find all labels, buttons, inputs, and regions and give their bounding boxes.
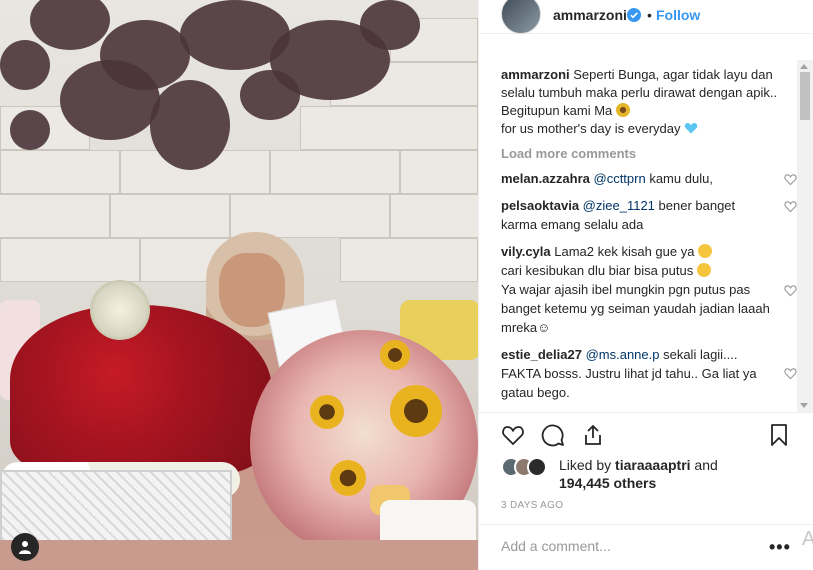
caption-line3: for us mother's day is everyday: [501, 121, 681, 136]
scroll-thumb[interactable]: [800, 72, 810, 120]
sunflower: [310, 395, 344, 429]
comments-list[interactable]: ammarzoni Seperti Bunga, agar tidak layu…: [479, 60, 813, 412]
separator-dot: •: [647, 7, 652, 23]
add-comment-input[interactable]: Add a comment...: [501, 538, 611, 554]
comment-text-line3: Ya wajar ajasih ibel mungkin pgn putus p…: [501, 282, 770, 335]
wall-leaf-decor: [150, 80, 230, 170]
post-photo[interactable]: [0, 0, 478, 570]
comment-item: pelsaoktavia @ziee_1121 bener banget kar…: [501, 196, 797, 234]
likes-summary: Liked by tiaraaaaptri and 194,445 others: [501, 454, 801, 494]
like-heart-icon[interactable]: [501, 423, 525, 447]
sunflower: [390, 385, 442, 437]
bookmark-save-icon[interactable]: [767, 423, 791, 447]
comment-username[interactable]: melan.azzahra: [501, 171, 590, 186]
wall-brick: [110, 194, 230, 238]
comment-text: kamu dulu,: [645, 171, 713, 186]
wall-brick: [390, 194, 478, 238]
laughing-emoji-icon: [698, 244, 713, 258]
load-more-comments[interactable]: Load more comments: [501, 146, 813, 161]
wall-leaf-decor: [240, 70, 300, 120]
comment-mention[interactable]: @ziee_1121: [583, 198, 655, 213]
share-upload-icon[interactable]: [581, 423, 605, 447]
post-side-panel: ammarzoni • Follow ammarzoni Seperti Bun…: [478, 0, 813, 570]
wall-brick: [0, 150, 120, 194]
sunflower: [330, 460, 366, 496]
baby-breath: [90, 280, 150, 340]
comment-username[interactable]: pelsaoktavia: [501, 198, 579, 213]
wall-brick: [0, 238, 140, 282]
comments-scrollbar[interactable]: [797, 60, 813, 412]
comment-text-line2: FAKTA bosss. Justru lihat jd tahu.. Ga l…: [501, 366, 757, 400]
comment-text-line2: cari kesibukan dlu biar bisa putus: [501, 263, 694, 278]
scroll-up-arrow-icon[interactable]: [800, 64, 808, 69]
comment-bubble-icon[interactable]: [541, 423, 565, 447]
post-header: ammarzoni • Follow: [479, 0, 813, 34]
comment-text: sekali lagii....: [659, 347, 738, 362]
comment-username[interactable]: estie_delia27: [501, 347, 582, 362]
person-icon: [19, 541, 31, 554]
comment-mention[interactable]: @ccttprn: [594, 171, 646, 186]
wall-leaf-decor: [360, 0, 420, 50]
user-tag-button[interactable]: [11, 533, 39, 561]
comment-username[interactable]: vily.cyla: [501, 244, 551, 259]
add-comment-bar: Add a comment... •••: [479, 524, 813, 570]
wall-leaf-decor: [30, 0, 110, 50]
liked-by-and: and: [694, 457, 718, 473]
caption-username[interactable]: ammarzoni: [501, 67, 570, 82]
like-comment-heart-icon[interactable]: [784, 200, 797, 213]
wall-brick: [0, 194, 110, 238]
comment-item: estie_delia27 @ms.anne.p sekali lagii...…: [501, 345, 797, 402]
wall-brick: [400, 150, 478, 194]
post-actions-bar: [479, 412, 813, 454]
author-avatar[interactable]: [501, 0, 541, 34]
liker-avatar: [527, 457, 547, 477]
comment-item: melan.azzahra @ccttprn kamu dulu,: [501, 169, 797, 188]
sunflower: [380, 340, 410, 370]
author-username[interactable]: ammarzoni: [553, 7, 627, 23]
liked-by-text: Liked by tiaraaaaptri and 194,445 others: [559, 456, 769, 492]
wall-brick: [340, 238, 478, 282]
wall-brick: [270, 150, 400, 194]
table-surface: [0, 540, 478, 570]
wall-brick: [300, 106, 478, 150]
caption-line2: Begitupun kami Ma: [501, 103, 613, 118]
blue-heart-emoji-icon: [684, 123, 698, 134]
post-timestamp[interactable]: 3 DAYS AGO: [501, 500, 563, 511]
like-comment-heart-icon[interactable]: [784, 367, 797, 380]
comment-text: Lama2 kek kisah gue ya: [554, 244, 695, 259]
like-comment-heart-icon[interactable]: [784, 173, 797, 186]
comment-mention[interactable]: @ms.anne.p: [586, 347, 660, 362]
follow-button[interactable]: Follow: [656, 7, 700, 23]
more-options-icon[interactable]: •••: [769, 537, 791, 558]
post-caption: ammarzoni Seperti Bunga, agar tidak layu…: [501, 66, 781, 138]
verified-badge-icon: [627, 8, 641, 22]
likes-count[interactable]: 194,445 others: [559, 475, 656, 491]
edge-glyph: A: [802, 528, 813, 550]
wall-leaf-decor: [10, 110, 50, 150]
like-comment-heart-icon[interactable]: [784, 284, 797, 297]
sunflower-emoji-icon: [615, 103, 630, 117]
liked-by-prefix: Liked by: [559, 457, 612, 473]
scroll-down-arrow-icon[interactable]: [800, 403, 808, 408]
liked-by-user[interactable]: tiaraaaaptri: [615, 457, 690, 473]
comment-item: vily.cyla Lama2 kek kisah gue ya cari ke…: [501, 242, 797, 337]
smirk-emoji-icon: [696, 263, 711, 277]
wall-leaf-decor: [60, 60, 160, 140]
wall-leaf-decor: [0, 40, 50, 90]
